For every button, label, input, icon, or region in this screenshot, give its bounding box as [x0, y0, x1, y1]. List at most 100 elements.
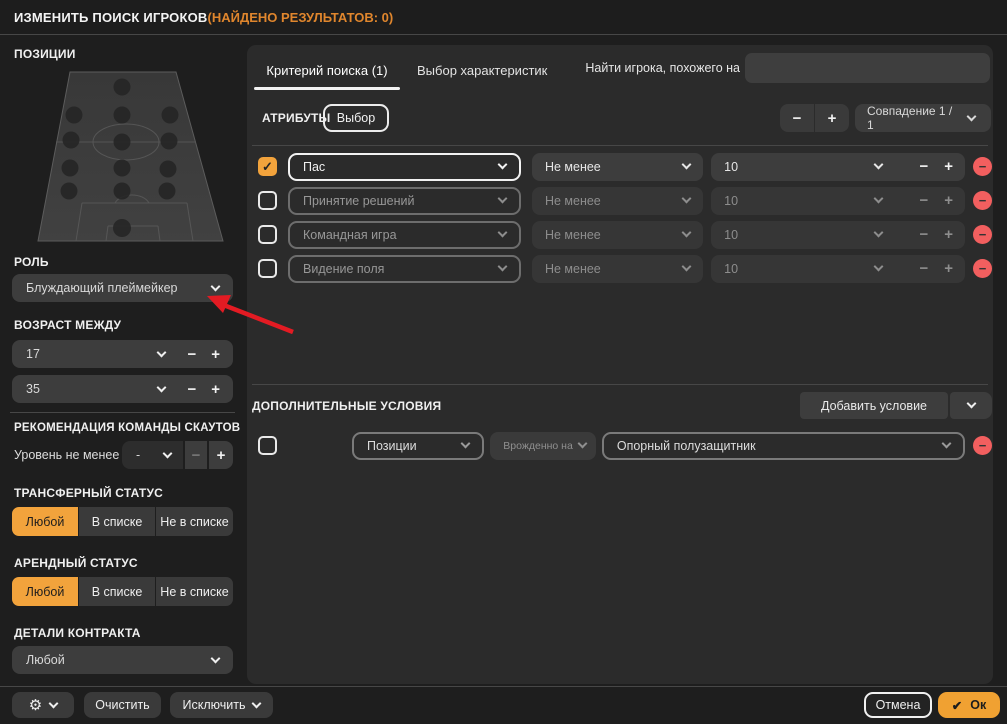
plus-icon[interactable]: + [211, 382, 220, 397]
scout-level-dropdown[interactable]: - [122, 441, 183, 469]
value-spinner[interactable]: 10 − + [711, 254, 965, 283]
cancel-button[interactable]: Отмена [864, 692, 932, 718]
add-condition-button[interactable]: Добавить условие [800, 392, 948, 419]
clear-button[interactable]: Очистить [84, 692, 161, 718]
minus-icon[interactable]: − [919, 193, 928, 208]
position-dot[interactable] [113, 159, 131, 177]
minus-icon[interactable]: − [919, 159, 928, 174]
plus-icon[interactable]: + [944, 193, 953, 208]
plus-icon[interactable]: + [944, 159, 953, 174]
minus-icon: − [185, 441, 207, 469]
chevron-down-icon [966, 111, 977, 121]
row-count-stepper: − + [780, 104, 849, 132]
attribute-row: ✓ Пас Не менее 10 − + − [252, 152, 992, 181]
dialog-title-bar: ИЗМЕНИТЬ ПОИСК ИГРОКОВ (НАЙДЕНО РЕЗУЛЬТА… [0, 0, 1007, 35]
condition-operator-dropdown[interactable]: Врожденно на [490, 431, 596, 460]
value-spinner[interactable]: 10 − + [711, 186, 965, 215]
attribute-dropdown[interactable]: Видение поля [288, 254, 521, 283]
age-max-spinner[interactable]: 35 − + [12, 375, 233, 403]
value-spinner[interactable]: 10 − + [711, 152, 965, 181]
minus-icon[interactable]: − [187, 382, 196, 397]
condition-dropdown[interactable]: Не менее [531, 186, 704, 215]
chevron-down-icon[interactable] [874, 261, 884, 272]
minus-icon[interactable]: − [919, 261, 928, 276]
remove-row-button[interactable]: − [973, 259, 992, 278]
role-dropdown[interactable]: Блуждающий плеймейкер [12, 274, 233, 302]
remove-row-button[interactable]: − [973, 191, 992, 210]
position-pitch-selector[interactable] [30, 64, 230, 248]
position-dot[interactable] [158, 182, 176, 200]
attribute-dropdown[interactable]: Командная игра [288, 220, 521, 249]
transfer-any-button[interactable]: Любой [12, 507, 78, 536]
similar-player-input[interactable] [745, 53, 990, 83]
position-dot[interactable] [161, 106, 179, 124]
chevron-down-icon[interactable] [874, 159, 884, 170]
remove-condition-button[interactable]: − [973, 436, 992, 455]
chevron-down-icon [966, 398, 976, 409]
match-dropdown[interactable]: Совпадение 1 / 1 [855, 104, 991, 132]
contract-dropdown[interactable]: Любой [12, 646, 233, 674]
plus-icon[interactable]: + [815, 104, 849, 132]
chevron-down-icon [497, 193, 508, 204]
add-condition-dropdown-button[interactable] [950, 392, 992, 419]
position-dot[interactable] [113, 219, 131, 237]
similar-player-label: Найти игрока, похожего на [585, 61, 740, 75]
ok-label: Ок [970, 698, 987, 712]
position-dot[interactable] [159, 160, 177, 178]
age-min-spinner[interactable]: 17 − + [12, 340, 233, 368]
chevron-down-icon[interactable] [874, 227, 884, 238]
ok-button[interactable]: ✔ Ок [938, 692, 1000, 718]
position-dot[interactable] [61, 159, 79, 177]
minus-icon[interactable]: − [919, 227, 928, 242]
position-dot[interactable] [113, 78, 131, 96]
scout-level-spinner[interactable]: - − + [122, 441, 233, 469]
position-dot[interactable] [65, 106, 83, 124]
condition-value-dropdown[interactable]: Опорный полузащитник [601, 431, 965, 460]
loan-not-listed-button[interactable]: Не в списке [156, 577, 233, 606]
condition-checkbox[interactable] [258, 436, 277, 455]
plus-icon[interactable]: + [944, 227, 953, 242]
attribute-checkbox[interactable] [258, 191, 277, 210]
chevron-down-icon [48, 698, 59, 708]
attribute-checkbox[interactable] [258, 259, 277, 278]
position-dot[interactable] [62, 131, 80, 149]
minus-icon[interactable]: − [187, 347, 196, 362]
minus-icon[interactable]: − [780, 104, 814, 132]
attribute-rows: ✓ Пас Не менее 10 − + − Принятие решений [252, 152, 992, 283]
remove-row-button[interactable]: − [973, 225, 992, 244]
chevron-down-icon[interactable] [157, 382, 167, 392]
additional-conditions-header: ДОПОЛНИТЕЛЬНЫЕ УСЛОВИЯ [252, 399, 442, 413]
chevron-down-icon [162, 448, 173, 458]
condition-dropdown[interactable]: Не менее [531, 220, 704, 249]
settings-menu-button[interactable]: ⚙ [12, 692, 74, 718]
value-spinner[interactable]: 10 − + [711, 220, 965, 249]
chevron-down-icon[interactable] [157, 347, 167, 357]
tab-attribute-selection[interactable]: Выбор характеристик [417, 63, 547, 78]
transfer-not-listed-button[interactable]: Не в списке [156, 507, 233, 536]
position-dot[interactable] [113, 133, 131, 151]
results-count: (НАЙДЕНО РЕЗУЛЬТАТОВ: 0) [207, 9, 394, 25]
attribute-dropdown[interactable]: Принятие решений [288, 186, 521, 215]
tab-search-criteria[interactable]: Критерий поиска (1) [254, 63, 400, 78]
remove-row-button[interactable]: − [973, 157, 992, 176]
condition-dropdown[interactable]: Не менее [531, 254, 704, 283]
attribute-dropdown[interactable]: Пас [288, 152, 521, 181]
position-dot[interactable] [113, 182, 131, 200]
condition-field-dropdown[interactable]: Позиции [352, 431, 485, 460]
exclude-button[interactable]: Исключить [170, 692, 273, 718]
condition-dropdown[interactable]: Не менее [531, 152, 704, 181]
plus-icon[interactable]: + [209, 441, 233, 469]
loan-listed-button[interactable]: В списке [79, 577, 155, 606]
position-dot[interactable] [160, 132, 178, 150]
transfer-listed-button[interactable]: В списке [79, 507, 155, 536]
plus-icon[interactable]: + [211, 347, 220, 362]
position-dot[interactable] [60, 182, 78, 200]
attribute-checkbox[interactable] [258, 225, 277, 244]
position-dot[interactable] [113, 106, 131, 124]
loan-any-button[interactable]: Любой [12, 577, 78, 606]
chevron-down-icon[interactable] [874, 193, 884, 204]
plus-icon[interactable]: + [944, 261, 953, 276]
role-header: РОЛЬ [14, 255, 49, 269]
attribute-select-button[interactable]: Выбор [323, 104, 389, 132]
attribute-checkbox[interactable]: ✓ [258, 157, 277, 176]
